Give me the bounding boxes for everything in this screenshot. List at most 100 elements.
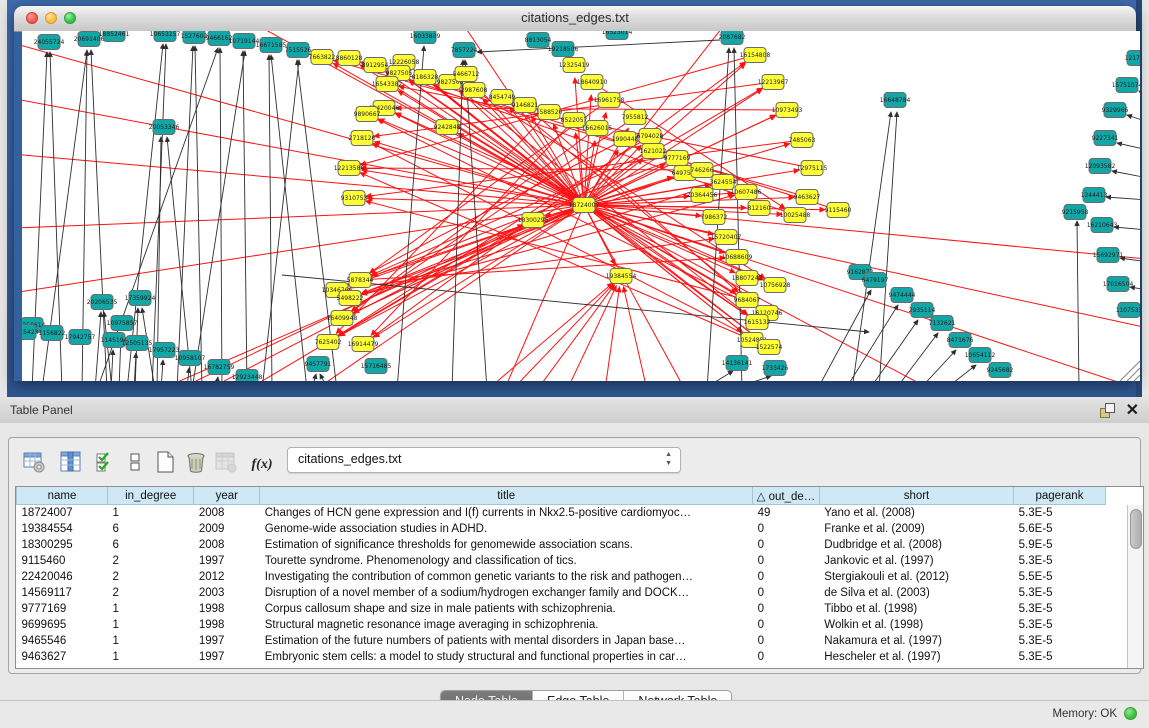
table-cell: Yano et al. (2008)	[819, 505, 1013, 522]
table-cell: 1997	[194, 649, 260, 665]
graph-node-label: 9329966	[1102, 107, 1129, 114]
graph-edge	[187, 368, 189, 381]
graph-node-label: 16961758	[594, 97, 625, 104]
graph-node-label: 18852461	[99, 31, 130, 38]
column-header-in_degree[interactable]: in_degree	[107, 487, 193, 505]
network-canvas[interactable]: 2405572420691406188524611065325715276029…	[22, 31, 1140, 381]
graph-edge	[1114, 227, 1140, 230]
table-cell: 2008	[194, 505, 260, 522]
column-header-title[interactable]: title	[260, 487, 753, 505]
network-window-titlebar[interactable]: citations_edges.txt	[14, 6, 1136, 32]
graph-node-label: 19384554	[606, 273, 637, 280]
graph-edge	[111, 350, 113, 381]
new-table-button[interactable]	[152, 449, 178, 475]
table-cell: 0	[753, 649, 820, 665]
table-panel-titlebar: Table Panel ✕	[0, 397, 1149, 424]
network-window[interactable]: citations_edges.txt 24055724206914061885…	[14, 6, 1136, 381]
table-cell: 9777169	[17, 601, 108, 617]
column-header-pagerank[interactable]: pagerank	[1014, 487, 1106, 505]
graph-node-label: 12325419	[559, 62, 590, 69]
vertical-scrollbar[interactable]	[1127, 505, 1143, 669]
app-frame-left	[0, 0, 7, 397]
row-height-button[interactable]	[122, 449, 148, 475]
table-cell: 1	[107, 649, 193, 665]
graph-node-label: 1588520	[536, 109, 563, 116]
graph-node-label: 16523014	[602, 31, 633, 36]
table-row[interactable]: 1830029562008Estimation of significance …	[17, 537, 1144, 553]
graph-edge	[352, 117, 635, 311]
import-table-button[interactable]	[213, 449, 239, 475]
table-settings-button[interactable]	[21, 449, 47, 475]
graph-node-label: 15751074	[1112, 82, 1140, 89]
graph-node-label: 10607486	[731, 189, 762, 196]
graph-edge	[1117, 143, 1140, 150]
graph-node-label: 7515526	[285, 47, 312, 54]
select-attributes-button[interactable]	[93, 449, 119, 475]
graph-edge	[605, 287, 619, 381]
graph-node-label: 1527602	[181, 33, 208, 40]
show-column-button[interactable]	[58, 449, 84, 475]
graph-node-label: 16409948	[327, 315, 358, 322]
column-header-name[interactable]: name	[17, 487, 108, 505]
table-row[interactable]: 2242004622012Investigating the contribut…	[17, 569, 1144, 585]
graph-node-label: 12213589	[334, 165, 365, 172]
graph-node-label: 9777169	[664, 155, 691, 162]
graph-node-label: 10654112	[965, 352, 996, 359]
graph-node-label: 746266	[691, 167, 714, 174]
table-row[interactable]: 1872400712008Changes of HCN gene express…	[17, 505, 1144, 522]
table-cell: 0	[753, 585, 820, 601]
table-row[interactable]: 1456911722003Disruption of a novel membe…	[17, 585, 1144, 601]
dropdown-stepper-icon: ▲▼	[665, 450, 672, 468]
graph-edge	[852, 112, 891, 381]
delete-table-button[interactable]	[183, 449, 209, 475]
table-cell: 5.9E-5	[1014, 537, 1106, 553]
graph-edge	[702, 371, 733, 381]
graph-node-label: 20364456	[687, 192, 718, 199]
graph-node-label: 16626015	[582, 125, 613, 132]
graph-edge	[477, 40, 720, 52]
graph-edge	[1077, 221, 1079, 381]
table-row[interactable]: 911546021997Tourette syndrome. Phenomeno…	[17, 553, 1144, 569]
graph-node-label: 16648784	[880, 97, 911, 104]
graph-node-label: 5878344	[347, 277, 374, 284]
table-row[interactable]: 946362711997Embryonic stem cells: a mode…	[17, 649, 1144, 665]
trash-icon	[184, 450, 208, 474]
table-row[interactable]: 977716911998Corpus callosum shape and si…	[17, 601, 1144, 617]
column-header-year[interactable]: year	[194, 487, 260, 505]
function-builder-button[interactable]: f(x)	[249, 452, 275, 478]
table-cell: 18724007	[17, 505, 108, 522]
table-cell: Genome-wide association studies in ADHD.	[260, 521, 753, 537]
graph-node-label: 16033809	[410, 33, 441, 40]
graph-node-label: 10688609	[722, 254, 753, 261]
table-cell: 5.3E-5	[1014, 633, 1106, 649]
scrollbar-thumb[interactable]	[1130, 509, 1142, 549]
canvas-resize-grip[interactable]	[1120, 361, 1140, 381]
network-select-dropdown[interactable]: citations_edges.txt ▲▼	[287, 447, 681, 473]
graph-node-label: 1244413	[1081, 192, 1108, 199]
graph-node-label: 15692971	[1093, 252, 1124, 259]
table-row[interactable]: 1938455462009Genome-wide association stu…	[17, 521, 1144, 537]
column-header-short[interactable]: short	[819, 487, 1013, 505]
table-cell: Investigating the contribution of common…	[260, 569, 753, 585]
table-cell: 0	[753, 633, 820, 649]
table-cell: 1998	[194, 617, 260, 633]
graph-node-label: 18640910	[577, 79, 608, 86]
table-row[interactable]: 946554611997Estimation of the future num…	[17, 633, 1144, 649]
table-cell: Disruption of a novel member of a sodium…	[260, 585, 753, 601]
window-title: citations_edges.txt	[14, 10, 1136, 25]
graph-node-label: 1615132	[744, 319, 771, 326]
column-header-out_de[interactable]: △ out_de…	[753, 487, 820, 505]
table-cell: 2009	[194, 521, 260, 537]
table-cell: 9465546	[17, 633, 108, 649]
node-table: namein_degreeyeartitle△ out_de…shortpage…	[15, 486, 1144, 669]
close-panel-icon[interactable]: ✕	[1126, 400, 1139, 420]
graph-node-label: 9310753	[341, 195, 368, 202]
table-cell: 9699695	[17, 617, 108, 633]
table-cell: 2	[107, 585, 193, 601]
table-cell: de Silva et al. (2003)	[819, 585, 1013, 601]
graph-node-label: 18300295	[518, 217, 549, 224]
float-panel-icon[interactable]	[1099, 402, 1115, 418]
graph-edge	[220, 48, 222, 381]
graph-node-label: 2718126	[349, 135, 376, 142]
table-row[interactable]: 969969511998Structural magnetic resonanc…	[17, 617, 1144, 633]
